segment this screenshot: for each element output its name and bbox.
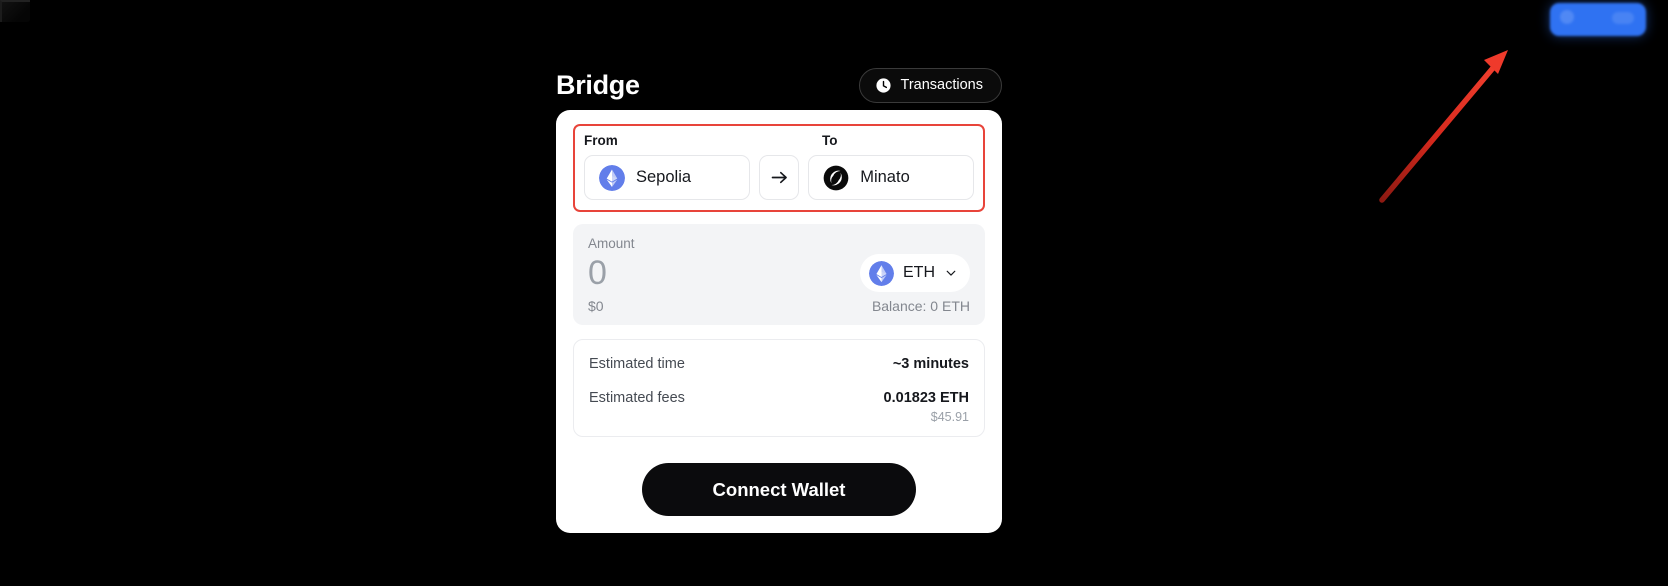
to-label: To [822, 133, 838, 148]
estimated-fees-label: Estimated fees [589, 390, 685, 406]
token-select-chip[interactable]: ETH [860, 254, 970, 292]
from-chain-select[interactable]: Sepolia [584, 155, 750, 200]
estimated-fees-value: 0.01823 ETH [883, 390, 969, 406]
bridge-header: Bridge Transactions [556, 0, 1002, 110]
arrow-right-icon [771, 171, 787, 184]
estimated-time-value: ~3 minutes [892, 356, 969, 372]
minato-logo-icon [823, 165, 849, 190]
transactions-button-label: Transactions [900, 77, 983, 93]
route-selector-block: From To Sepolia Minato [573, 124, 985, 212]
to-chain-name: Minato [860, 168, 910, 186]
bridge-column: Bridge Transactions [556, 0, 1002, 110]
clock-icon [875, 77, 891, 93]
chevron-down-icon [946, 270, 956, 276]
swap-direction-button[interactable] [758, 155, 800, 200]
amount-input[interactable] [588, 252, 818, 294]
from-label: From [584, 133, 618, 148]
token-symbol: ETH [903, 264, 935, 281]
estimate-row: Estimated fees 0.01823 ETH $45.91 [589, 387, 969, 424]
ethereum-logo-icon [869, 260, 894, 286]
amount-panel: Amount ETH [573, 224, 985, 325]
bridge-card: From To Sepolia Minato Amount 0 ETH $0 B… [556, 110, 1002, 533]
transactions-button[interactable]: Transactions [858, 67, 1002, 103]
page-title: Bridge [556, 69, 640, 100]
to-chain-select[interactable]: Minato [808, 155, 975, 200]
ethereum-logo-icon [599, 164, 625, 191]
amount-label: Amount [588, 236, 635, 251]
from-chain-name: Sepolia [636, 168, 692, 186]
app-root: Bridge Transactions From To Sepolia Mina… [0, 0, 1668, 586]
route-row: Sepolia Minato [584, 155, 975, 200]
connect-wallet-button[interactable]: Connect Wallet [642, 463, 916, 516]
estimated-time-label: Estimated time [589, 356, 685, 372]
amount-balance[interactable]: Balance: 0 ETH [872, 298, 970, 314]
amount-main-row: ETH [588, 252, 970, 294]
estimated-fees-value-group: 0.01823 ETH $45.91 [884, 387, 969, 424]
amount-footer-row: $0 Balance: 0 ETH [588, 298, 970, 314]
amount-usd-value: $0 [588, 298, 604, 314]
page-body: Bridge Transactions From To Sepolia Mina… [0, 0, 1668, 586]
cta-wrapper: Connect Wallet [573, 463, 985, 516]
estimate-row: Estimated time ~3 minutes [589, 353, 969, 375]
estimate-panel: Estimated time ~3 minutes Estimated fees… [573, 339, 985, 437]
estimated-fees-usd: $45.91 [930, 410, 969, 424]
route-labels: From To [584, 133, 974, 155]
